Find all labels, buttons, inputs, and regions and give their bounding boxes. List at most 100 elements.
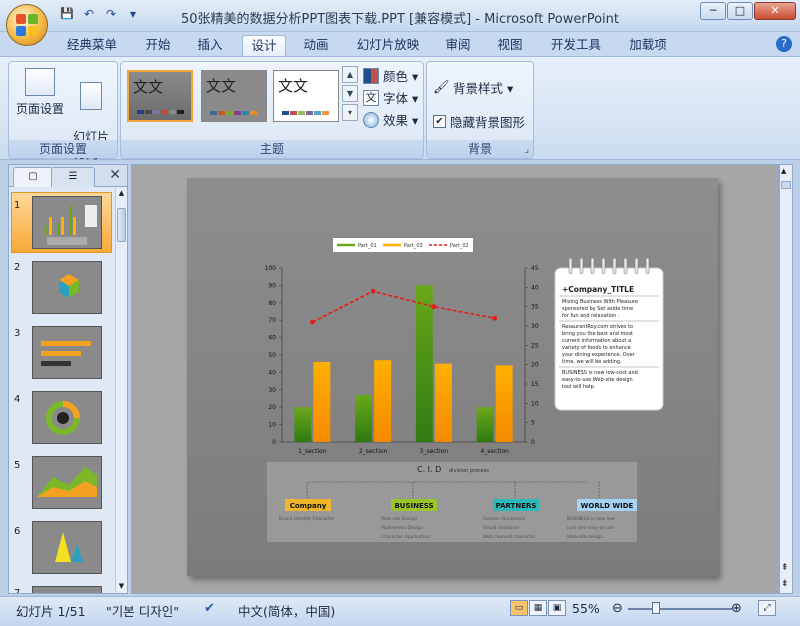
slide-number: 4 xyxy=(14,394,21,405)
slides-pane-tabs: ▢ ☰ ✕ xyxy=(9,165,127,187)
tab-slides[interactable]: ▢ xyxy=(13,167,53,187)
minimize-button[interactable]: ─ xyxy=(700,2,726,20)
scroll-up-icon[interactable]: ▲ xyxy=(117,189,126,199)
language[interactable]: 中文(简体，中国) xyxy=(238,601,335,620)
slide-orientation-button[interactable]: 幻灯片 方向 ▾ xyxy=(69,68,113,176)
cid-title: C. I. D xyxy=(417,465,441,474)
colors-label: 颜色 ▾ xyxy=(383,69,419,84)
slide-thumbnail[interactable] xyxy=(32,391,102,444)
theme-thumb-3[interactable]: 文文 xyxy=(273,70,339,122)
tab-slideshow[interactable]: 幻灯片放映 xyxy=(350,35,426,56)
close-button[interactable]: ✕ xyxy=(754,2,796,20)
y-tick-label: 40 xyxy=(268,369,276,376)
office-button[interactable] xyxy=(6,4,48,46)
background-styles-button[interactable]: 🖌 背景样式 ▾ xyxy=(433,78,513,97)
zoom-slider-thumb[interactable] xyxy=(652,602,660,614)
colors-icon xyxy=(363,67,379,84)
close-pane-icon[interactable]: ✕ xyxy=(109,167,121,183)
current-slide[interactable]: Part_01 Part_03 Part_02 100 90 80 70 60 50 40 30 2… xyxy=(187,178,718,576)
slide-sorter-icon[interactable]: ▦ xyxy=(529,600,547,616)
scroll-thumb[interactable] xyxy=(117,208,126,242)
zoom-slider[interactable] xyxy=(628,608,732,610)
tab-review[interactable]: 审阅 xyxy=(438,35,478,56)
slide-number: 6 xyxy=(14,526,21,537)
ring xyxy=(634,257,639,275)
theme-thumb-1[interactable]: 文文 xyxy=(127,70,193,122)
notebook-line: ResaurantRoy.com strives to xyxy=(562,324,633,330)
bar xyxy=(476,407,494,442)
y2-tick-label: 20 xyxy=(531,362,539,369)
slide-thumbnail[interactable] xyxy=(32,326,102,379)
editor-scrollbar[interactable]: ▲ ⇞ ⇟ xyxy=(779,164,793,594)
cid-box-label: Company xyxy=(290,502,327,510)
theme-name: "기본 디자인" xyxy=(106,604,179,619)
tab-classic-menu[interactable]: 经典菜单 xyxy=(60,35,124,56)
slide-thumbnail[interactable] xyxy=(32,261,102,314)
page-setup-button[interactable]: 页面设置 xyxy=(15,68,65,117)
tab-animation[interactable]: 动画 xyxy=(296,35,336,56)
ribbon: 页面设置 幻灯片 方向 ▾ 页面设置 文文 文文 文文 ▲ ▼ ▾ 颜色 ▾ 文… xyxy=(0,56,800,161)
tab-developer[interactable]: 开发工具 xyxy=(544,35,608,56)
maximize-button[interactable]: □ xyxy=(727,2,753,20)
theme-scroll-down-icon[interactable]: ▼ xyxy=(342,85,358,102)
y-tick-label: 100 xyxy=(265,265,277,272)
zoom-in-icon[interactable]: ⊕ xyxy=(731,601,742,616)
slides-pane-scrollbar[interactable]: ▲ ▼ xyxy=(115,188,127,593)
ring xyxy=(590,257,595,275)
scroll-thumb[interactable] xyxy=(781,181,791,189)
checkbox-checked-icon[interactable]: ✔ xyxy=(433,115,446,128)
scroll-up-icon[interactable]: ▲ xyxy=(781,167,786,175)
tab-addins[interactable]: 加载项 xyxy=(622,35,674,56)
x-tick-label: 3_section xyxy=(420,448,449,455)
slide-thumbnail[interactable] xyxy=(32,196,102,249)
group-page-setup: 页面设置 幻灯片 方向 ▾ 页面设置 xyxy=(8,61,118,161)
theme-thumb-2[interactable]: 文文 xyxy=(201,70,267,122)
tab-insert[interactable]: 插入 xyxy=(190,35,230,56)
y-tick-label: 70 xyxy=(268,317,276,324)
tab-home[interactable]: 开始 xyxy=(138,35,178,56)
fonts-button[interactable]: 文字体 ▾ xyxy=(363,88,418,107)
cid-note: cost and easy-to-use xyxy=(567,525,614,531)
cid-subtitle: division process xyxy=(449,468,489,474)
next-slide-icon[interactable]: ⇟ xyxy=(781,579,789,589)
slide-number: 3 xyxy=(14,328,21,339)
y-tick-label: 60 xyxy=(268,335,276,342)
theme-scroll-up-icon[interactable]: ▲ xyxy=(342,66,358,83)
thumb-cube-icon xyxy=(59,274,79,298)
tab-design[interactable]: 设计 xyxy=(242,35,286,56)
slide-thumbnail[interactable] xyxy=(32,456,102,509)
normal-view-icon[interactable]: ▭ xyxy=(510,600,528,616)
tab-outline[interactable]: ☰ xyxy=(51,167,95,187)
spellcheck-icon[interactable]: ✔ xyxy=(204,601,215,616)
colors-button[interactable]: 颜色 ▾ xyxy=(363,66,418,85)
slideshow-icon[interactable]: ▣ xyxy=(548,600,566,616)
notebook-line: tool will help. xyxy=(562,384,596,390)
notebook-line: for fun and relaxation . xyxy=(562,313,620,319)
slide-thumbnail[interactable] xyxy=(32,521,102,574)
hide-background-graphics[interactable]: ✔ 隐藏背景图形 xyxy=(433,112,525,131)
themes-group-label: 主题 xyxy=(121,140,423,158)
ring xyxy=(579,257,584,275)
cid-box-label: WORLD WIDE xyxy=(581,502,634,510)
background-styles-label: 背景样式 ▾ xyxy=(453,81,514,96)
group-background: 🖌 背景样式 ▾ ✔ 隐藏背景图形 背景 ⌟ xyxy=(426,61,534,159)
scroll-down-icon[interactable]: ▼ xyxy=(117,582,126,592)
bar xyxy=(415,285,433,442)
bar xyxy=(294,407,312,442)
thumb-bars-icon xyxy=(41,341,91,366)
page-setup-icon xyxy=(25,68,55,96)
help-icon[interactable]: ? xyxy=(776,36,792,52)
zoom-level[interactable]: 55% xyxy=(572,601,600,616)
dialog-launcher-icon[interactable]: ⌟ xyxy=(525,145,529,155)
slide-thumbnail[interactable] xyxy=(32,586,102,593)
x-tick-label: 2_section xyxy=(359,448,388,455)
slide-number: 5 xyxy=(14,460,21,471)
y2-tick-label: 0 xyxy=(531,439,535,446)
fit-to-window-icon[interactable]: ⤢ xyxy=(758,600,776,616)
zoom-out-icon[interactable]: ⊖ xyxy=(612,601,623,616)
effects-button[interactable]: 效果 ▾ xyxy=(363,110,418,129)
theme-gallery-more-icon[interactable]: ▾ xyxy=(342,104,358,121)
tab-view[interactable]: 视图 xyxy=(490,35,530,56)
chart-line xyxy=(309,288,498,325)
previous-slide-icon[interactable]: ⇞ xyxy=(781,563,789,573)
